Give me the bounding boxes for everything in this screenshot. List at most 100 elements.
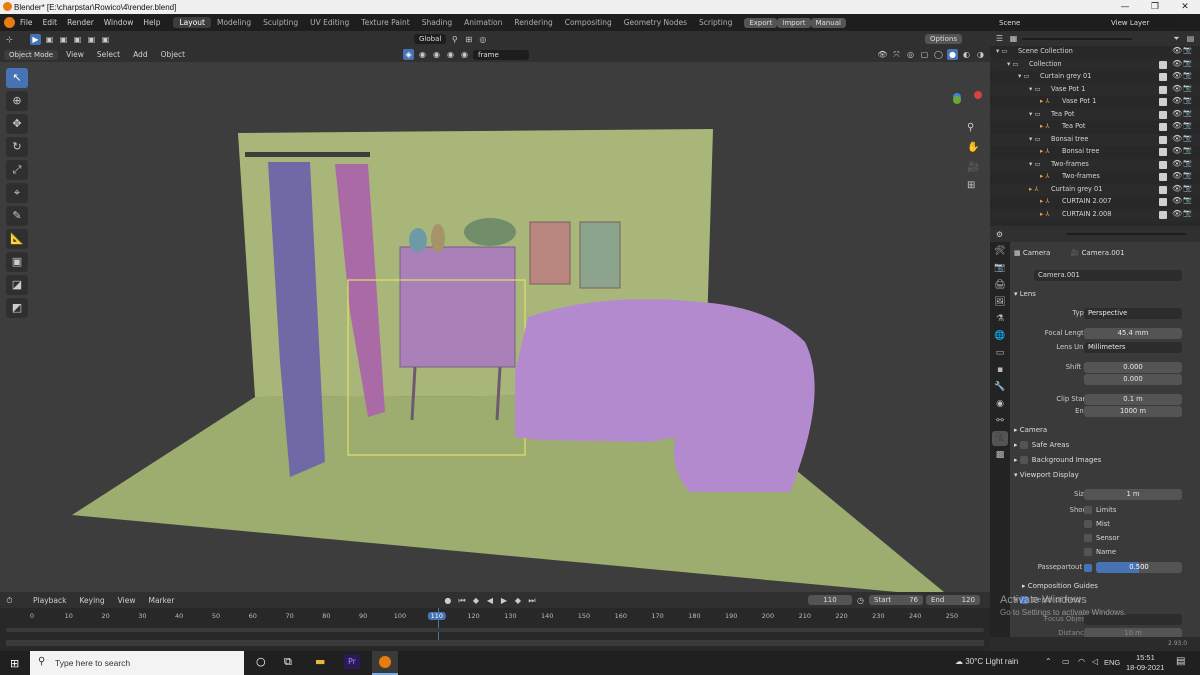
view-layer-selector[interactable]: View Layer [1106, 17, 1180, 28]
visibility-eye-icon[interactable]: 👁 [1172, 159, 1182, 168]
render-camera-icon[interactable]: 📷 [1183, 159, 1192, 167]
visibility-eye-icon[interactable]: 👁 [1172, 71, 1182, 80]
tab-animation[interactable]: Animation [458, 17, 508, 28]
editor-type-icon[interactable]: ⊹ [4, 34, 15, 45]
render-camera-icon[interactable]: 📷 [1183, 121, 1192, 129]
exclude-checkbox[interactable] [1159, 198, 1167, 206]
render-tab-icon[interactable]: 📷 [992, 261, 1008, 276]
visibility-eye-icon[interactable]: 👁 [1172, 196, 1182, 205]
cursor-tool-icon[interactable]: ⊕ [6, 91, 28, 111]
filter-icon[interactable]: ◈ [403, 49, 415, 60]
limits-checkbox[interactable] [1084, 506, 1092, 514]
render-camera-icon[interactable]: 📷 [1183, 84, 1192, 92]
render-camera-icon[interactable]: 📷 [1183, 209, 1192, 217]
visibility-eye-icon[interactable]: 👁 [1172, 109, 1182, 118]
scene-selector[interactable]: Scene [994, 17, 1082, 28]
manual-button[interactable]: Manual [810, 17, 846, 28]
texture-tab-icon[interactable]: ▩ [992, 448, 1008, 463]
xray-icon[interactable]: ▢ [919, 49, 930, 60]
size-field[interactable]: 1 m [1084, 489, 1182, 500]
tab-rendering[interactable]: Rendering [508, 17, 558, 28]
datablock-field[interactable]: Camera.001 [1034, 270, 1182, 281]
outliner-row[interactable]: ▸ ⅄ CURTAIN 2.007 👁 📷 [990, 196, 1200, 209]
wireframe-shading-icon[interactable]: ◯ [933, 49, 944, 60]
select-new-icon[interactable]: ▣ [44, 34, 55, 45]
taskbar-search-input[interactable]: Type here to search [30, 651, 244, 675]
exclude-checkbox[interactable] [1159, 185, 1167, 194]
filter-icon-2[interactable]: ◉ [417, 49, 428, 60]
safe-areas-checkbox[interactable] [1019, 441, 1028, 449]
shift-x-field[interactable]: 0.000 [1084, 362, 1182, 373]
tray-chevron-icon[interactable]: ⌃ [1045, 657, 1052, 666]
premiere-icon[interactable]: Pr [344, 655, 360, 669]
outliner-row[interactable]: ▾ ▭ Bonsai tree 👁 📷 [990, 133, 1200, 146]
tab-modeling[interactable]: Modeling [211, 17, 257, 28]
outliner-row[interactable]: ▾ ▭ Tea Pot 👁 📷 [990, 108, 1200, 121]
tab-sculpting[interactable]: Sculpting [257, 17, 304, 28]
new-collection-icon[interactable]: ▤ [1185, 33, 1196, 44]
safe-areas-section[interactable]: ▸ Safe Areas [1014, 441, 1069, 449]
collection-tab-icon[interactable]: ▭ [992, 346, 1008, 361]
task-view-icon[interactable]: ⧉ [284, 655, 292, 669]
gizmo-icon[interactable]: ⤧ [891, 49, 902, 60]
visibility-eye-icon[interactable]: 👁 [1172, 121, 1182, 130]
object-mode-dropdown[interactable]: Object Mode [4, 49, 59, 60]
clip-end-field[interactable]: 1000 m [1084, 406, 1182, 417]
visibility-eye-icon[interactable]: 👁 [1172, 59, 1182, 68]
composition-guides-header[interactable]: ▸ Composition Guides [1022, 582, 1098, 590]
visibility-eye-icon[interactable]: 👁 [1172, 84, 1182, 93]
viewport-display-header[interactable]: ▾ Viewport Display [1014, 471, 1079, 479]
tab-layout[interactable]: Layout [173, 17, 211, 28]
solid-shading-icon[interactable]: ● [947, 49, 958, 60]
tool-tab-icon[interactable]: 🛠 [992, 244, 1008, 259]
menu-object[interactable]: Object [156, 50, 190, 59]
select-invert-icon[interactable]: ▣ [86, 34, 97, 45]
exclude-checkbox[interactable] [1159, 98, 1167, 106]
visibility-eye-icon[interactable]: 👁 [1172, 209, 1182, 218]
tab-texture-paint[interactable]: Texture Paint [355, 17, 415, 28]
visibility-eye-icon[interactable]: 👁 [1172, 46, 1182, 55]
exclude-checkbox[interactable] [1159, 123, 1167, 131]
render-camera-icon[interactable]: 📷 [1183, 96, 1192, 104]
menu-edit[interactable]: Edit [38, 18, 63, 27]
outliner-row[interactable]: ▾ ▭ Scene Collection 👁 📷 [990, 46, 1200, 59]
output-tab-icon[interactable]: 🖨 [992, 278, 1008, 293]
outliner-row[interactable]: ▸ ⅄ Vase Pot 1 👁 📷 [990, 96, 1200, 109]
3d-viewport[interactable]: ⚲ ✋ 🎥 ⊞ [0, 62, 990, 592]
visibility-eye-icon[interactable]: 👁 [1172, 96, 1182, 105]
minimize-button[interactable]: — [1110, 0, 1140, 14]
outliner-search-input[interactable] [1022, 37, 1132, 40]
select-tool-icon[interactable]: ↖ [6, 68, 28, 88]
render-camera-icon[interactable]: 📷 [1183, 109, 1192, 117]
lens-unit-dropdown[interactable]: Millimeters [1084, 342, 1182, 353]
exclude-checkbox[interactable] [1159, 173, 1167, 181]
exclude-checkbox[interactable] [1159, 210, 1167, 219]
bg-images-checkbox[interactable] [1019, 456, 1028, 464]
filter-icon-3[interactable]: ◉ [431, 49, 442, 60]
pivot-icon[interactable]: ⚲ [449, 34, 460, 45]
visibility-eye-icon[interactable]: 👁 [1172, 134, 1182, 143]
passepartout-checkbox[interactable] [1084, 564, 1092, 572]
outliner-row[interactable]: ▸ ⅄ Bonsai tree 👁 📷 [990, 146, 1200, 159]
options-dropdown[interactable]: Options [924, 34, 962, 44]
weather-text[interactable]: ☁ 30°C Light rain [955, 657, 1018, 666]
network-icon[interactable]: ▭ [1062, 657, 1070, 666]
wifi-icon[interactable]: ◠ [1078, 657, 1085, 666]
render-camera-icon[interactable]: 📷 [1183, 184, 1192, 192]
extra-tool-2-icon[interactable]: ◩ [6, 298, 28, 318]
render-camera-icon[interactable]: 📷 [1183, 134, 1192, 142]
orientation-dropdown[interactable]: Global [414, 34, 447, 44]
render-camera-icon[interactable]: 📷 [1183, 59, 1192, 67]
windows-start-icon[interactable]: ⊞ [10, 657, 19, 670]
pan-hand-icon[interactable]: ✋ [967, 142, 979, 153]
language-indicator[interactable]: ENG [1104, 658, 1120, 667]
outliner-editor-icon[interactable]: ☰ [994, 33, 1005, 44]
extra-tool-icon[interactable]: ◪ [6, 275, 28, 295]
overlay-icon[interactable]: ◎ [905, 49, 916, 60]
export-button[interactable]: Export [744, 17, 778, 28]
world-tab-icon[interactable]: 🌐 [992, 329, 1008, 344]
frame-range-bar[interactable] [6, 640, 984, 646]
cortana-icon[interactable]: ○ [256, 655, 266, 668]
render-camera-icon[interactable]: 📷 [1183, 196, 1192, 204]
physics-tab-icon[interactable]: ◉ [992, 397, 1008, 412]
